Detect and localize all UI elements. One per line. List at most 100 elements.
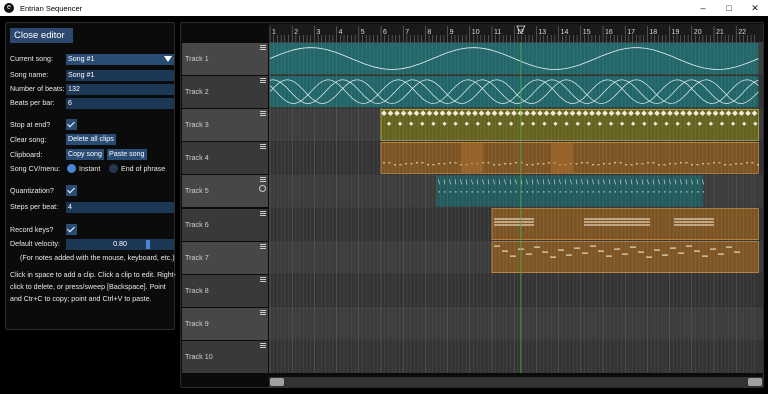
menu-icon[interactable] xyxy=(260,45,266,50)
menu-icon[interactable] xyxy=(260,210,266,216)
note-mark xyxy=(685,162,688,164)
bar-number: 11 xyxy=(494,29,501,36)
minimize-icon[interactable]: – xyxy=(690,0,716,16)
delete-all-clips-button[interactable]: Delete all clips xyxy=(66,134,116,145)
note-mark xyxy=(598,191,600,193)
slider-handle[interactable] xyxy=(146,240,150,249)
record-keys-checkbox[interactable] xyxy=(66,224,77,235)
note-mark xyxy=(609,191,611,193)
stop-at-end-checkbox[interactable] xyxy=(66,119,77,130)
track-lane[interactable] xyxy=(269,339,763,373)
track-header-6[interactable]: Track 6 xyxy=(182,208,268,241)
melody-note xyxy=(526,253,532,255)
note-mark xyxy=(636,191,638,193)
scroll-right-handle[interactable] xyxy=(748,378,762,386)
melody-note xyxy=(670,247,676,249)
maximize-icon[interactable]: □ xyxy=(716,0,742,16)
melody-note xyxy=(718,253,724,255)
default-velocity-slider[interactable]: 0.80 xyxy=(66,239,174,250)
track-header-5[interactable]: Track 5 xyxy=(182,175,268,208)
note-mark xyxy=(542,163,545,165)
clip-melody[interactable] xyxy=(491,241,759,274)
scroll-left-handle[interactable] xyxy=(270,378,284,386)
song-name-field[interactable]: Song #1 xyxy=(66,70,174,81)
menu-icon[interactable] xyxy=(260,144,266,150)
beats-per-bar-field[interactable]: 6 xyxy=(66,98,174,109)
menu-icon[interactable] xyxy=(260,243,266,249)
grid-svg xyxy=(269,42,763,373)
clip-grid[interactable] xyxy=(269,42,763,373)
track-name: Track 9 xyxy=(185,318,209,328)
clip-drum[interactable] xyxy=(380,108,759,141)
current-song-label: Current song: xyxy=(10,55,53,63)
clip-cv-wave-2[interactable] xyxy=(269,76,759,108)
chevron-down-icon xyxy=(164,56,172,62)
track-name: Track 2 xyxy=(185,87,209,97)
melody-note xyxy=(694,250,700,252)
current-song-value: Song #1 xyxy=(68,55,95,63)
bar-ruler[interactable]: 1 2 3 4 5 6 7 8 9 10 11 12 13 14 15 16 17 18 19 20 21 22 xyxy=(269,24,763,42)
note-mark xyxy=(477,191,479,193)
record-arm-icon[interactable] xyxy=(259,185,266,193)
menu-icon[interactable] xyxy=(260,276,266,282)
melody-note xyxy=(542,251,548,253)
track-header-3[interactable]: Track 3 xyxy=(182,109,268,142)
bar-number: 19 xyxy=(672,29,680,36)
melody-note xyxy=(502,250,508,252)
melody-note xyxy=(510,255,516,257)
note-mark xyxy=(707,163,710,165)
number-of-beats-field[interactable]: 132 xyxy=(66,84,174,95)
window-title: Entrian Sequencer xyxy=(20,3,83,13)
clip-chords[interactable] xyxy=(491,208,759,240)
number-of-beats-label: Number of beats: xyxy=(10,85,65,93)
melody-note xyxy=(726,246,732,248)
note-mark xyxy=(702,163,704,165)
melody-note xyxy=(614,248,620,250)
copy-song-button[interactable]: Copy song xyxy=(66,149,104,160)
steps-per-beat-field[interactable]: 4 xyxy=(66,202,174,213)
end-of-phrase-radio[interactable] xyxy=(109,164,118,173)
note-mark xyxy=(669,163,671,165)
chord-note xyxy=(494,224,534,226)
note-mark xyxy=(669,191,671,193)
track-lane[interactable] xyxy=(269,306,763,340)
menu-icon[interactable] xyxy=(260,78,266,84)
clear-song-label: Clear song: xyxy=(10,136,47,144)
note-mark xyxy=(658,164,660,166)
close-editor-button[interactable]: Close editor xyxy=(10,28,73,43)
melody-note xyxy=(662,254,668,256)
current-song-dropdown[interactable]: Song #1 xyxy=(66,54,174,65)
menu-icon[interactable] xyxy=(260,111,266,117)
bar-number: 10 xyxy=(472,29,480,36)
note-mark xyxy=(625,191,627,193)
note-mark xyxy=(488,191,490,193)
paste-song-button[interactable]: Paste song xyxy=(107,149,147,160)
menu-icon[interactable] xyxy=(260,342,266,348)
track-header-8[interactable]: Track 8 xyxy=(182,274,268,307)
instant-radio[interactable] xyxy=(67,164,76,173)
menu-icon[interactable] xyxy=(260,309,266,315)
quantization-checkbox[interactable] xyxy=(66,185,77,196)
note-mark xyxy=(724,164,726,166)
menu-icon[interactable] xyxy=(260,177,266,183)
note-mark xyxy=(718,162,721,164)
note-mark xyxy=(581,191,583,193)
velocity-note: (For notes added with the mouse, keyboar… xyxy=(20,254,175,262)
track-header-1[interactable]: Track 1 xyxy=(182,43,268,75)
track-header-4[interactable]: Track 4 xyxy=(182,142,268,175)
note-mark xyxy=(416,162,418,164)
close-icon[interactable]: ✕ xyxy=(742,0,768,16)
track-header-10[interactable]: Track 10 xyxy=(182,340,268,373)
horizontal-scrollbar[interactable] xyxy=(269,377,763,387)
track-header-9[interactable]: Track 9 xyxy=(182,307,268,340)
bar-number: 17 xyxy=(627,29,635,36)
track-header-7[interactable]: Track 7 xyxy=(182,241,268,274)
melody-note xyxy=(646,256,652,258)
track-header-2[interactable]: Track 2 xyxy=(182,76,268,109)
clip-cv-wave-1[interactable] xyxy=(269,43,759,75)
note-mark xyxy=(697,191,699,193)
clip-notes-teal[interactable] xyxy=(436,175,705,207)
clip-notes-orange[interactable] xyxy=(380,142,759,174)
melody-note xyxy=(574,247,580,249)
track-lane[interactable] xyxy=(269,273,763,307)
